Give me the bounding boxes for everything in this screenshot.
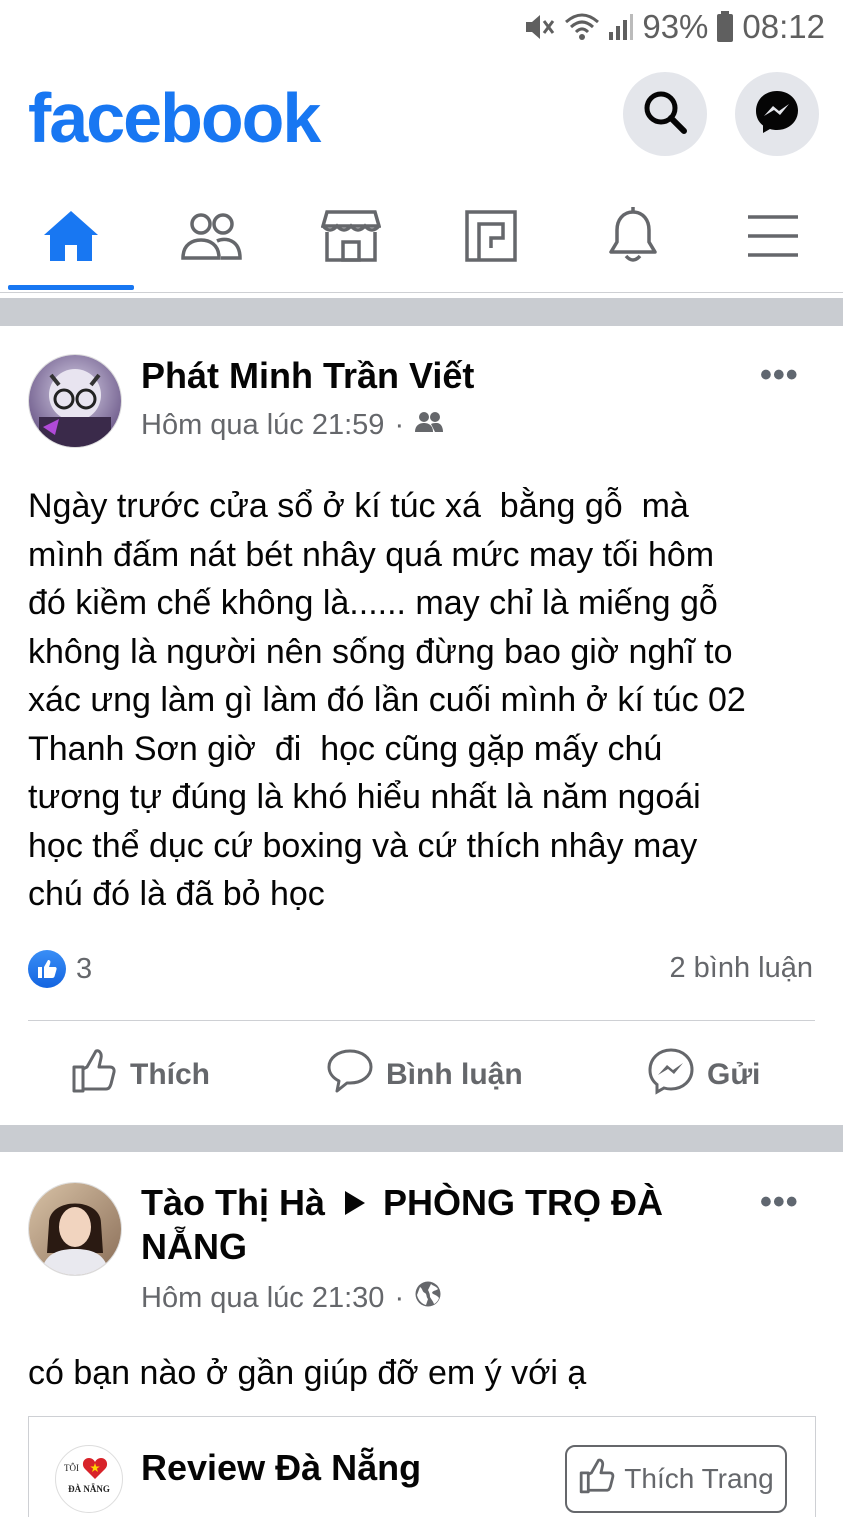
battery-icon — [716, 11, 734, 43]
friends-audience-icon — [414, 409, 444, 442]
post-author[interactable]: Phát Minh Trần Viết — [141, 354, 474, 398]
post-author-line: Tào Thị Hà PHÒNG TRỌ ĐÀ NẴNG — [141, 1181, 701, 1269]
post-options-button[interactable]: ••• — [760, 356, 799, 395]
send-label: Gửi — [707, 1058, 761, 1091]
clock: 08:12 — [742, 8, 825, 45]
main-nav — [0, 188, 843, 293]
bell-icon — [605, 206, 661, 271]
like-page-label: Thích Trang — [624, 1463, 774, 1494]
post-author[interactable]: Tào Thị Hà — [141, 1182, 325, 1223]
home-icon — [41, 208, 101, 269]
menu-icon — [746, 213, 800, 264]
author-avatar[interactable] — [28, 1182, 122, 1276]
post-options-button[interactable]: ••• — [760, 1183, 799, 1222]
messenger-button[interactable] — [735, 72, 819, 156]
feed-separator — [0, 1125, 843, 1152]
friends-icon — [179, 208, 243, 269]
post-time[interactable]: Hôm qua lúc 21:59 — [141, 409, 384, 442]
shared-to-arrow-icon — [335, 1182, 383, 1223]
page-logo[interactable]: TÔI ĐÀ NẴNG — [55, 1445, 123, 1513]
comment-button[interactable]: Bình luận — [326, 1045, 523, 1105]
thumbs-up-icon — [578, 1457, 616, 1502]
messenger-send-icon — [647, 1047, 695, 1103]
wifi-icon — [564, 12, 600, 42]
thumbs-up-icon — [70, 1047, 118, 1103]
author-avatar[interactable] — [28, 354, 122, 448]
post-meta: Hôm qua lúc 21:59 · — [141, 409, 444, 442]
post-time[interactable]: Hôm qua lúc 21:30 — [141, 1282, 384, 1315]
post-actions-divider — [28, 1020, 815, 1021]
tab-notifications[interactable] — [570, 188, 696, 288]
status-bar: 93% 08:12 — [0, 0, 843, 58]
tab-menu[interactable] — [710, 188, 836, 288]
like-label: Thích — [130, 1058, 210, 1091]
tab-home[interactable] — [8, 188, 134, 288]
like-page-button[interactable]: Thích Trang — [565, 1445, 787, 1513]
pages-icon — [463, 208, 519, 269]
feed-separator — [0, 298, 843, 326]
messenger-icon — [753, 88, 801, 141]
marketplace-icon — [320, 208, 382, 269]
send-button[interactable]: Gửi — [647, 1045, 760, 1105]
like-reaction-icon — [28, 950, 66, 988]
tab-friends[interactable] — [148, 188, 274, 288]
comments-count[interactable]: 2 bình luận — [669, 952, 813, 985]
page-logo-text-top: TÔI — [64, 1463, 79, 1473]
reaction-summary[interactable]: 3 — [28, 950, 92, 988]
comment-label: Bình luận — [386, 1058, 523, 1091]
tab-marketplace[interactable] — [288, 188, 414, 288]
post-text: có bạn nào ở gần giúp đỡ em ý với ạ — [28, 1354, 587, 1392]
meta-dot: · — [394, 409, 405, 441]
post-meta: Hôm qua lúc 21:30 · — [141, 1280, 442, 1316]
mute-icon — [522, 12, 556, 42]
meta-dot: · — [394, 1281, 405, 1314]
likes-count: 3 — [76, 952, 93, 985]
facebook-logo[interactable]: facebook — [28, 78, 321, 158]
post-text: Ngày trước cửa sổ ở kí túc xá bằng gỗ mà… — [28, 487, 746, 913]
tab-pages[interactable] — [428, 188, 554, 288]
page-logo-text-bottom: ĐÀ NẴNG — [68, 1484, 110, 1494]
search-button[interactable] — [623, 72, 707, 156]
status-icons: 93% 08:12 — [522, 8, 825, 46]
search-icon — [642, 89, 688, 140]
globe-icon — [414, 1280, 442, 1316]
page-name[interactable]: Review Đà Nẵng — [141, 1447, 421, 1489]
like-button[interactable]: Thích — [70, 1045, 210, 1105]
active-tab-indicator — [8, 285, 134, 290]
battery-percent: 93% — [642, 8, 709, 45]
heart-icon — [82, 1456, 108, 1482]
shared-page-card[interactable]: TÔI ĐÀ NẴNG Review Đà Nẵng Thích Trang — [28, 1416, 816, 1517]
comment-icon — [326, 1047, 374, 1103]
signal-icon — [608, 12, 634, 42]
